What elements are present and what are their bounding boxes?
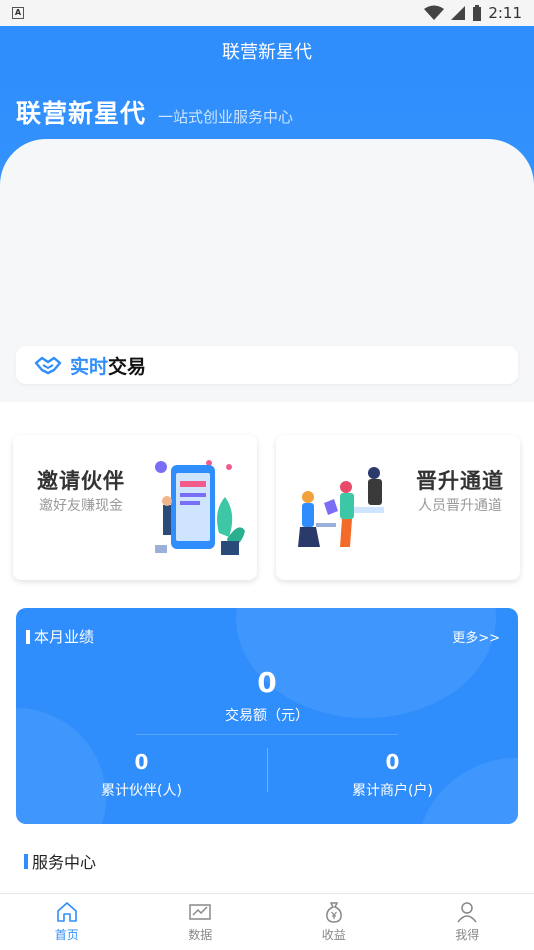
money-bag-icon: [325, 902, 342, 923]
partners-stat: 0 累计伙伴(人): [16, 750, 267, 800]
transaction-amount-value: 0: [257, 666, 277, 699]
monthly-performance-panel: 本月业绩 更多>> 0 交易额（元） 0 累计伙伴(人) 0 累计商户(户): [16, 608, 518, 824]
brand-name: 联营新星代: [16, 99, 147, 128]
realtime-transactions-bar[interactable]: 实时交易: [16, 346, 518, 384]
wifi-icon: [424, 5, 445, 20]
nav-item-data[interactable]: 数据: [134, 894, 268, 950]
nav-item-mine[interactable]: 我得: [401, 894, 534, 950]
panel-decoration: [236, 608, 496, 718]
title-marker: [24, 853, 28, 869]
title-marker: [26, 629, 30, 644]
nav-label: 首页: [54, 928, 79, 942]
realtime-label-part-a: 实时: [70, 355, 109, 378]
divider: [136, 734, 398, 735]
clock: 2:11: [488, 4, 522, 22]
panel-title-text: 本月业绩: [34, 628, 95, 646]
sim-icon: A: [12, 7, 24, 19]
bottom-nav: 首页 数据 收益 我得: [0, 893, 534, 950]
nav-item-home[interactable]: 首页: [0, 894, 134, 950]
team-illustration-icon: [298, 467, 384, 547]
panel-title: 本月业绩: [26, 626, 94, 647]
invite-illustration-icon: [155, 460, 245, 555]
merchants-value: 0: [385, 750, 400, 774]
hero-section: 联营新星代 一站式创业服务中心 实时交易: [0, 76, 534, 402]
brand: 联营新星代 一站式创业服务中心: [16, 94, 293, 130]
partners-value: 0: [134, 750, 149, 774]
merchants-label: 累计商户(户): [352, 783, 433, 799]
status-icons: 2:11: [424, 4, 522, 22]
signal-icon: [451, 6, 466, 20]
chart-icon: [189, 904, 211, 920]
home-icon: [56, 902, 77, 922]
nav-label: 数据: [188, 928, 213, 942]
more-link[interactable]: 更多>>: [452, 627, 500, 646]
status-bar: A 2:11: [0, 0, 534, 26]
handshake-icon: [34, 356, 62, 375]
card-subtitle: 邀好友赚现金: [39, 498, 123, 514]
service-center-title: 服务中心: [32, 853, 97, 872]
user-icon: [457, 902, 477, 923]
transaction-amount-label: 交易额（元）: [225, 708, 309, 724]
nav-label: 收益: [321, 928, 346, 942]
promotion-channel-card[interactable]: 晋升通道 人员晋升通道: [276, 435, 520, 580]
nav-item-earnings[interactable]: 收益: [267, 894, 401, 950]
merchants-stat: 0 累计商户(户): [267, 750, 518, 800]
brand-slogan: 一站式创业服务中心: [158, 108, 294, 126]
invite-partner-card[interactable]: 邀请伙伴 邀好友赚现金: [13, 435, 257, 580]
page-title: 联营新星代: [222, 42, 312, 63]
nav-label: 我得: [455, 928, 480, 942]
service-center-heading: 服务中心: [24, 849, 96, 873]
card-subtitle: 人员晋升通道: [418, 498, 502, 514]
card-title: 邀请伙伴: [37, 469, 125, 493]
realtime-label: 实时交易: [70, 352, 146, 379]
realtime-label-part-b: 交易: [108, 355, 147, 378]
title-bar: 联营新星代: [0, 26, 534, 76]
partners-label: 累计伙伴(人): [101, 783, 182, 799]
card-title: 晋升通道: [416, 469, 504, 493]
battery-icon: [473, 5, 482, 21]
